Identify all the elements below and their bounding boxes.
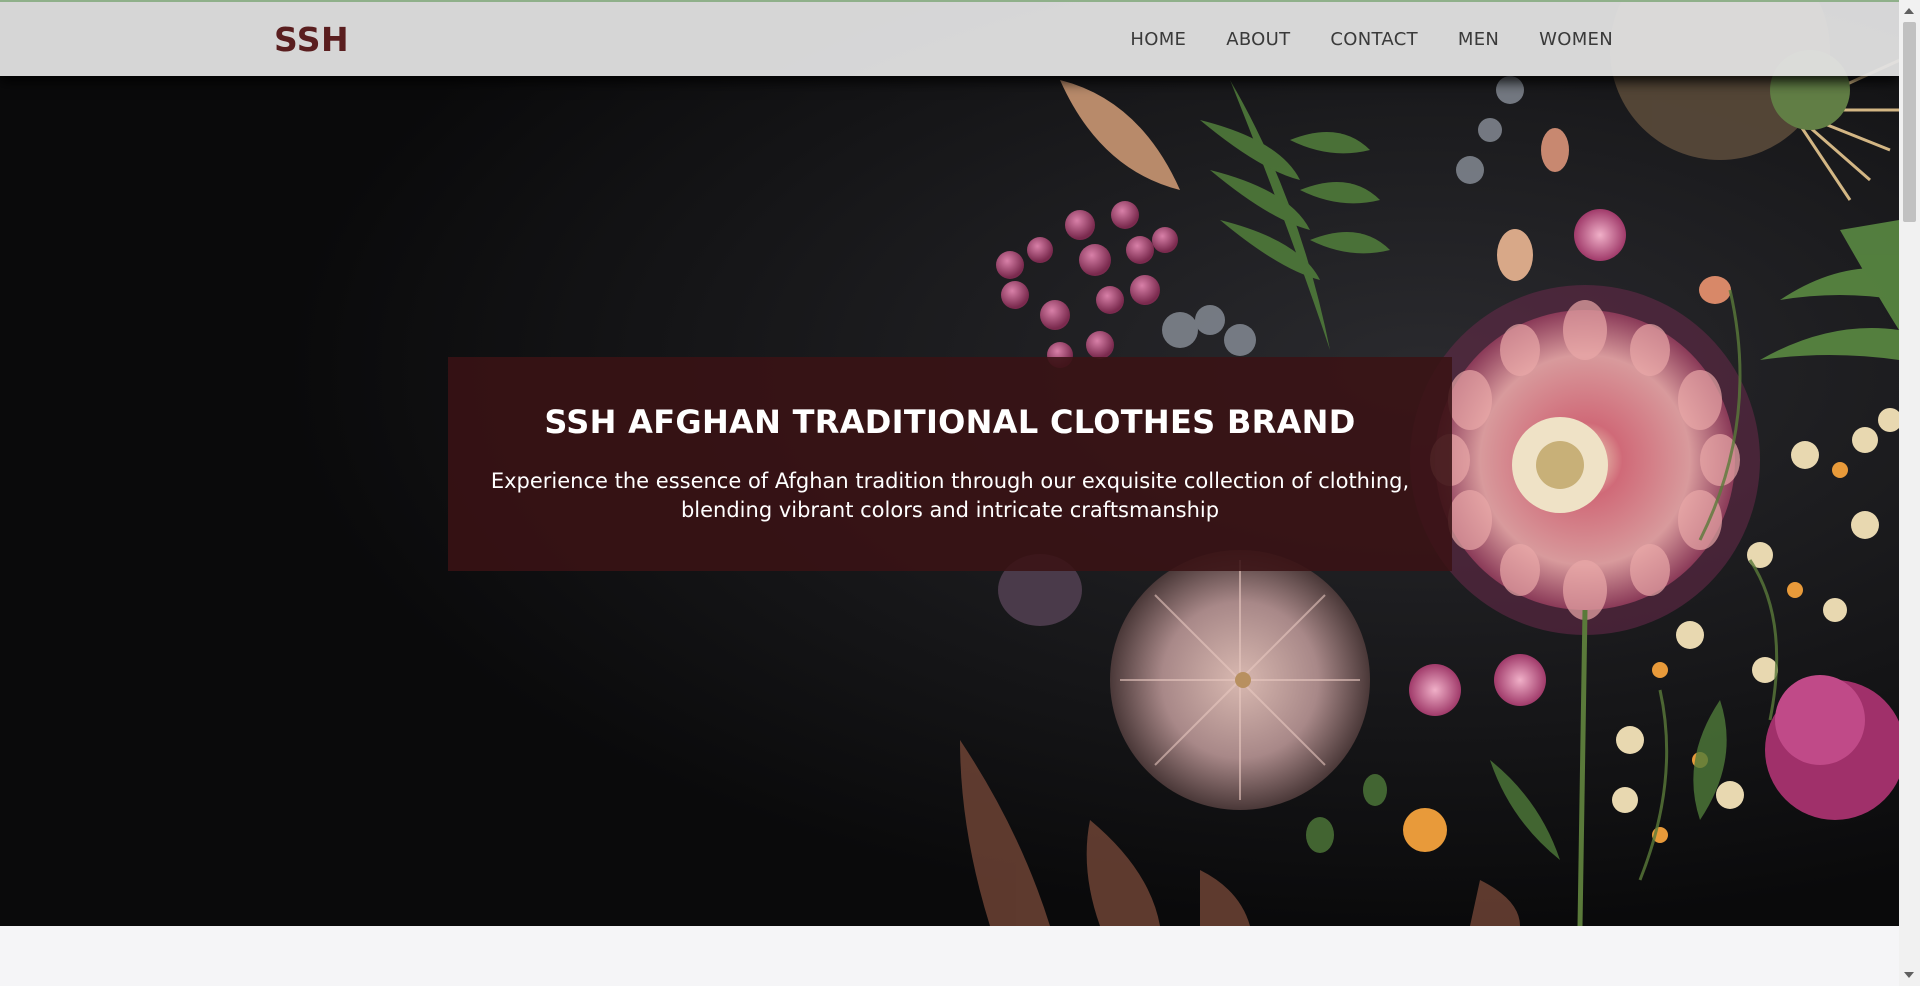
nav-links: HOME ABOUT CONTACT MEN WOMEN (1090, 29, 1613, 50)
scroll-up-arrow-icon[interactable] (1904, 8, 1914, 14)
hero-text-box: SSH AFGHAN TRADITIONAL CLOTHES BRAND Exp… (448, 357, 1452, 571)
scroll-down-arrow-icon[interactable] (1904, 972, 1914, 978)
page: SSH HOME ABOUT CONTACT MEN WOMEN SSH AFG… (0, 0, 1920, 986)
vertical-scrollbar[interactable] (1899, 0, 1920, 986)
top-navbar: SSH HOME ABOUT CONTACT MEN WOMEN (0, 0, 1899, 76)
brand-logo[interactable]: SSH (274, 20, 349, 59)
scrollbar-thumb[interactable] (1903, 22, 1916, 222)
below-hero-section (0, 926, 1899, 986)
nav-link-women[interactable]: WOMEN (1539, 29, 1613, 50)
nav-link-about[interactable]: ABOUT (1226, 29, 1290, 50)
nav-link-home[interactable]: HOME (1130, 29, 1186, 50)
nav-link-men[interactable]: MEN (1458, 29, 1499, 50)
nav-link-contact[interactable]: CONTACT (1330, 29, 1417, 50)
hero-title: SSH AFGHAN TRADITIONAL CLOTHES BRAND (544, 403, 1356, 441)
hero-subtitle: Experience the essence of Afghan traditi… (458, 467, 1442, 525)
hero-subtitle-line-2: blending vibrant colors and intricate cr… (680, 498, 1220, 522)
hero-subtitle-line-1: Experience the essence of Afghan traditi… (490, 469, 1410, 493)
